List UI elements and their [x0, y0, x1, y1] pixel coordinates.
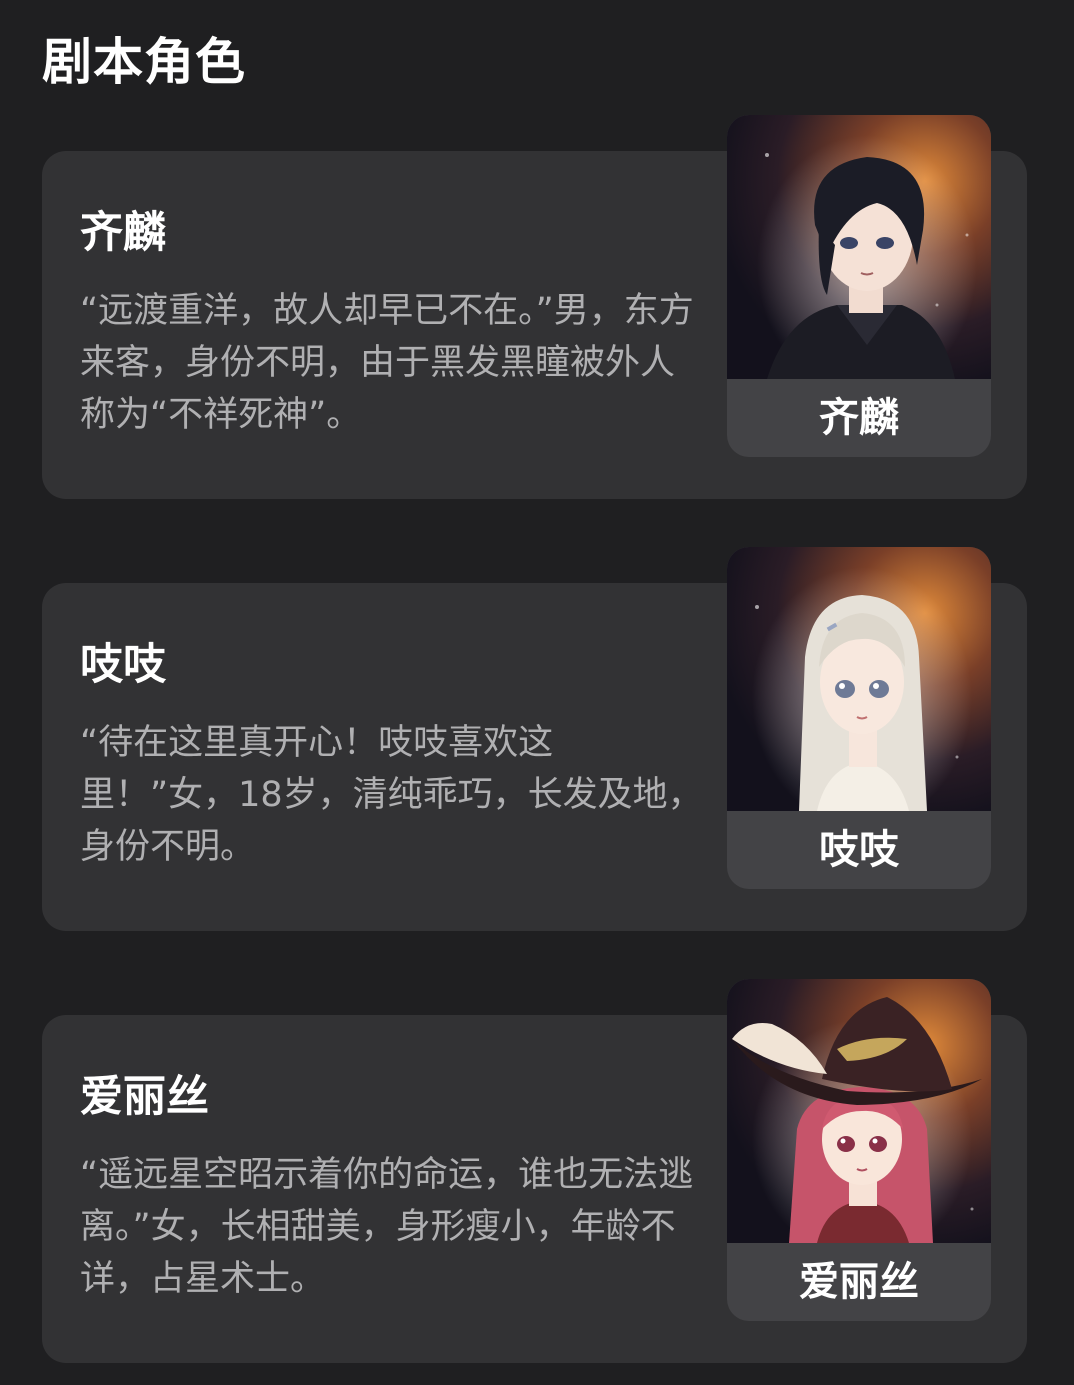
witch-hat-girl-portrait-icon — [727, 979, 991, 1243]
character-name: 吱吱 — [80, 640, 166, 690]
portrait-label: 爱丽丝 — [799, 1259, 919, 1305]
character-description: “遥远星空昭示着你的命运，谁也无法逃离。”女，长相甜美，身形瘦小，年龄不详，占星… — [80, 1155, 694, 1299]
character-name: 齐麟 — [80, 208, 166, 258]
character-description: “远渡重洋，故人却早已不在。”男，东方来客，身份不明，由于黑发黑瞳被外人称为“不… — [80, 291, 694, 435]
character-portrait-zhizhi[interactable]: 吱吱 — [727, 547, 991, 889]
character-name: 爱丽丝 — [80, 1072, 209, 1122]
character-portrait-alice[interactable]: 爱丽丝 — [727, 979, 991, 1321]
portrait-label: 齐麟 — [819, 395, 899, 441]
dark-haired-man-portrait-icon — [727, 115, 991, 379]
silver-haired-girl-portrait-icon — [727, 547, 991, 811]
character-portrait-qilin[interactable]: 齐麟 — [727, 115, 991, 457]
character-description: “待在这里真开心！吱吱喜欢这里！”女，18岁，清纯乖巧，长发及地，身份不明。 — [80, 723, 703, 867]
portrait-label: 吱吱 — [819, 827, 899, 873]
section-title: 剧本角色 — [42, 33, 246, 91]
